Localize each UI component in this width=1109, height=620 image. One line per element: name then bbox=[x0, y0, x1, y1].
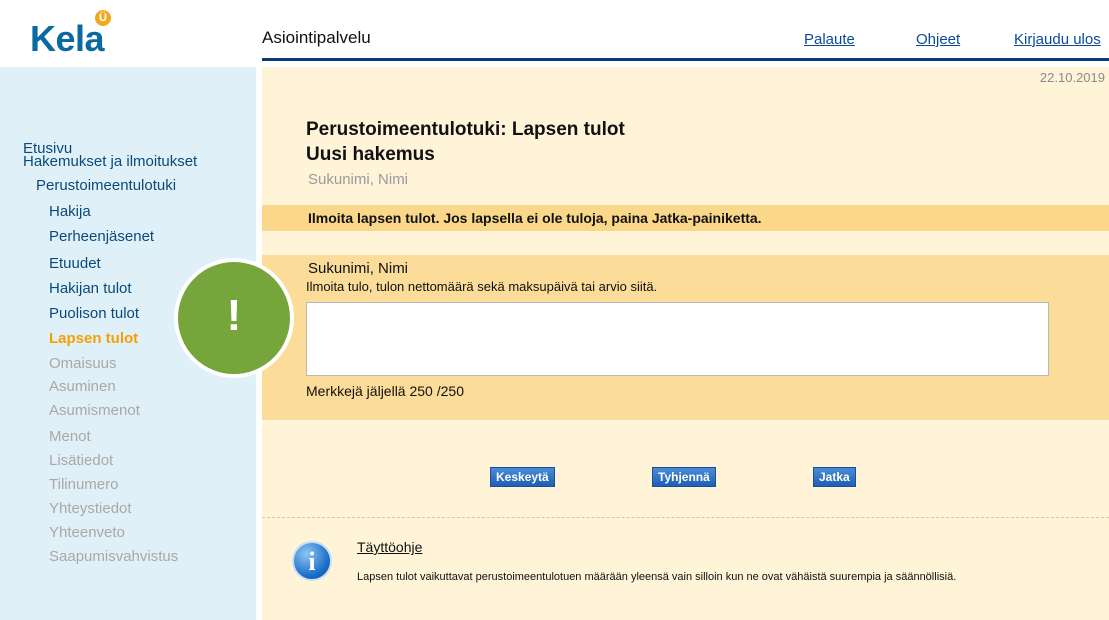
logo-badge-icon: Ü bbox=[95, 10, 111, 26]
sidebar-step-expenses: Menot bbox=[49, 428, 91, 445]
instruction-text: Ilmoita lapsen tulot. Jos lapsella ei ol… bbox=[308, 210, 762, 226]
alert-symbol: ! bbox=[226, 291, 242, 340]
header: Kela Ü Asiointipalvelu Palaute Ohjeet Ki… bbox=[0, 0, 1109, 62]
main-content: 22.10.2019 Perustoimeentulotuki: Lapsen … bbox=[262, 67, 1109, 620]
app-title: Asiointipalvelu bbox=[262, 28, 371, 47]
header-divider bbox=[262, 58, 1109, 61]
sidebar-item-basic-support[interactable]: Perustoimeentulotuki bbox=[36, 177, 176, 194]
sidebar-step-benefits[interactable]: Etuudet bbox=[49, 255, 101, 272]
income-field-hint: Ilmoita tulo, tulon nettomäärä sekä maks… bbox=[306, 279, 658, 294]
sidebar-step-summary: Yhteenveto bbox=[49, 524, 125, 541]
sidebar-step-additional-info: Lisätiedot bbox=[49, 452, 114, 469]
child-name: Sukunimi, Nimi bbox=[308, 260, 409, 277]
sidebar-step-account-number: Tilinumero bbox=[49, 476, 119, 493]
section-divider bbox=[262, 517, 1109, 518]
applicant-name: Sukunimi, Nimi bbox=[308, 171, 409, 188]
sidebar-step-applicant[interactable]: Hakija bbox=[49, 203, 91, 220]
sidebar-step-applicant-income[interactable]: Hakijan tulot bbox=[49, 280, 132, 297]
character-counter: Merkkejä jäljellä 250 /250 bbox=[306, 383, 464, 399]
help-title-link[interactable]: Täyttöohje bbox=[357, 539, 422, 555]
sidebar-step-child-income[interactable]: Lapsen tulot bbox=[49, 330, 138, 347]
instruction-banner: Ilmoita lapsen tulot. Jos lapsella ei ol… bbox=[262, 205, 1109, 231]
sidebar-step-family[interactable]: Perheenjäsenet bbox=[49, 228, 154, 245]
current-date: 22.10.2019 bbox=[1039, 70, 1105, 85]
alert-marker-icon: ! bbox=[174, 258, 294, 378]
help-text: Lapsen tulot vaikuttavat perustoimeentul… bbox=[357, 571, 957, 583]
child-income-form: Sukunimi, Nimi Ilmoita tulo, tulon netto… bbox=[262, 255, 1109, 420]
sidebar-step-spouse-income[interactable]: Puolison tulot bbox=[49, 305, 139, 322]
help-link[interactable]: Ohjeet bbox=[916, 31, 960, 48]
sidebar-step-assets: Omaisuus bbox=[49, 355, 117, 372]
logout-link[interactable]: Kirjaudu ulos bbox=[1014, 31, 1101, 48]
sidebar-step-housing: Asuminen bbox=[49, 378, 116, 395]
clear-button[interactable]: Tyhjennä bbox=[652, 467, 716, 487]
cancel-button[interactable]: Keskeytä bbox=[490, 467, 555, 487]
page-subtitle: Uusi hakemus bbox=[306, 144, 435, 165]
kela-logo[interactable]: Kela bbox=[30, 18, 105, 60]
sidebar-step-housing-costs: Asumismenot bbox=[49, 402, 140, 419]
income-textarea[interactable] bbox=[306, 302, 1049, 376]
continue-button[interactable]: Jatka bbox=[813, 467, 856, 487]
sidebar-step-contact-info: Yhteystiedot bbox=[49, 500, 132, 517]
page-title: Perustoimeentulotuki: Lapsen tulot bbox=[306, 119, 625, 140]
info-icon: i bbox=[292, 541, 332, 581]
sidebar-step-receipt: Saapumisvahvistus bbox=[49, 548, 179, 565]
feedback-link[interactable]: Palaute bbox=[804, 31, 855, 48]
sidebar-item-applications[interactable]: Hakemukset ja ilmoitukset bbox=[23, 153, 197, 170]
